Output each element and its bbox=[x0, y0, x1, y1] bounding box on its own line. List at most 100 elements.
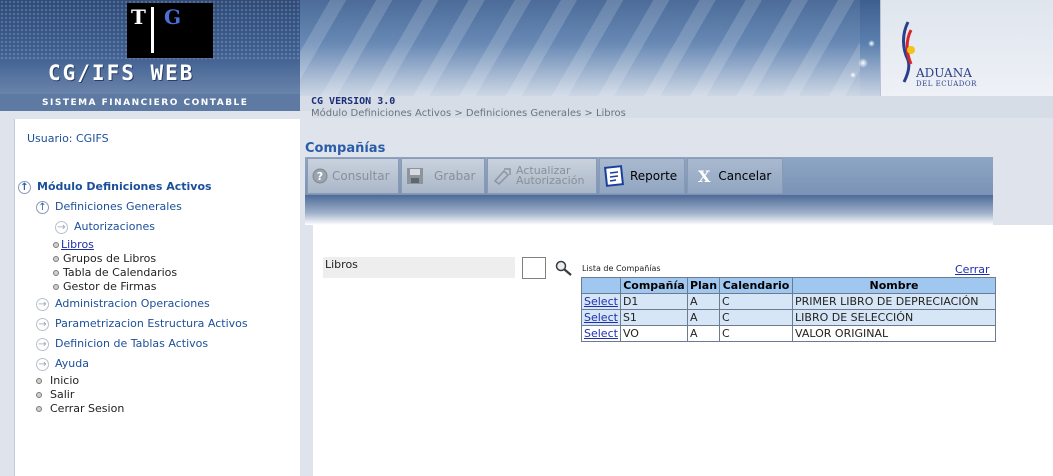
reporte-label: Reporte bbox=[630, 169, 678, 183]
table-header-row: Compañía Plan Calendario Nombre bbox=[581, 277, 997, 294]
org-name: ADUANA bbox=[916, 66, 972, 80]
sidebar-item-cerrar-sesion[interactable]: Cerrar Sesion bbox=[36, 402, 124, 415]
expand-arrow-icon: → bbox=[36, 297, 49, 311]
toolbar: ? Consultar Grabar Actualizar Autorizaci… bbox=[305, 157, 993, 195]
sidebar-module-header[interactable]: ↑ Módulo Definiciones Activos bbox=[18, 180, 212, 194]
sidebar-item-gestor-de-firmas[interactable]: Gestor de Firmas bbox=[53, 280, 156, 293]
consultar-button[interactable]: ? Consultar bbox=[307, 158, 399, 194]
collapse-arrow-icon: ↑ bbox=[36, 200, 49, 214]
expand-arrow-icon: → bbox=[36, 337, 49, 351]
sidebar-item-definiciones-generales[interactable]: ↑ Definiciones Generales bbox=[36, 200, 182, 214]
compania-cell: VO bbox=[619, 325, 688, 342]
select-cell: Select bbox=[581, 325, 621, 342]
sidebar-module-label: Módulo Definiciones Activos bbox=[37, 180, 212, 193]
column-header-calendario: Calendario bbox=[719, 277, 794, 294]
lookup-close-link[interactable]: Cerrar bbox=[955, 263, 990, 276]
consultar-label: Consultar bbox=[332, 169, 390, 183]
expand-arrow-icon: → bbox=[36, 317, 49, 331]
breadcrumb: Módulo Definiciones Activos > Definicion… bbox=[311, 108, 626, 118]
sidebar-item-label: Definicion de Tablas Activos bbox=[55, 337, 209, 350]
version-label: CG VERSION 3.0 bbox=[311, 96, 396, 107]
column-header-select bbox=[581, 277, 621, 294]
sidebar-item-label: Cerrar Sesion bbox=[50, 402, 125, 415]
libros-label: Libros bbox=[325, 258, 358, 271]
calendario-cell: C bbox=[719, 325, 794, 342]
column-header-plan: Plan bbox=[686, 277, 721, 294]
logo-bar bbox=[151, 7, 154, 53]
sidebar-item-label: Autorizaciones bbox=[74, 220, 155, 233]
sidebar-item-salir[interactable]: Salir bbox=[36, 388, 74, 401]
sidebar-item-label: Inicio bbox=[50, 374, 80, 387]
ecuador-emblem-icon bbox=[902, 21, 915, 83]
actualizar-autorizacion-button[interactable]: Actualizar Autorización bbox=[487, 158, 597, 194]
lookup-table: Compañía Plan Calendario Nombre Select D… bbox=[581, 277, 997, 342]
sidebar-item-label: Tabla de Calendarios bbox=[63, 266, 178, 279]
logo-letter-t: T bbox=[131, 5, 146, 29]
bullet-icon bbox=[53, 270, 59, 276]
sidebar-item-autorizaciones[interactable]: → Autorizaciones bbox=[55, 220, 155, 234]
user-label: Usuario: CGIFS bbox=[27, 132, 109, 145]
autorizacion-label: Autorización bbox=[516, 174, 585, 187]
plan-cell: A bbox=[686, 309, 721, 326]
compania-cell: D1 bbox=[619, 293, 688, 310]
bullet-icon bbox=[53, 256, 59, 262]
column-header-nombre: Nombre bbox=[792, 277, 997, 294]
table-row: Select VO A C VALOR ORIGINAL bbox=[581, 325, 997, 342]
grabar-button[interactable]: Grabar bbox=[401, 158, 485, 194]
sparkle-icon bbox=[858, 58, 868, 68]
nombre-cell: LIBRO DE SELECCIÓN bbox=[792, 309, 997, 326]
table-row: Select D1 A C PRIMER LIBRO DE DEPRECIACI… bbox=[581, 293, 997, 310]
table-row: Select S1 A C LIBRO DE SELECCIÓN bbox=[581, 309, 997, 326]
sidebar-item-inicio[interactable]: Inicio bbox=[36, 374, 79, 387]
select-cell: Select bbox=[581, 293, 621, 310]
column-header-compania: Compañía bbox=[619, 277, 688, 294]
sidebar-item-tabla-de-calendarios[interactable]: Tabla de Calendarios bbox=[53, 266, 177, 279]
sidebar-item-parametrizacion-estructura-activos[interactable]: → Parametrizacion Estructura Activos bbox=[36, 317, 248, 331]
cancelar-button[interactable]: X Cancelar bbox=[687, 158, 783, 194]
bullet-icon bbox=[53, 242, 59, 248]
expand-arrow-icon: → bbox=[36, 357, 49, 371]
sidebar-item-libros[interactable]: Libros bbox=[53, 238, 94, 251]
toolbar-shadow bbox=[305, 195, 993, 225]
save-icon bbox=[407, 168, 423, 184]
sidebar: Usuario: CGIFS ↑ Módulo Definiciones Acti… bbox=[0, 111, 312, 476]
select-link[interactable]: Select bbox=[584, 327, 618, 340]
sidebar-link-libros[interactable]: Libros bbox=[61, 238, 94, 251]
plan-cell: A bbox=[686, 293, 721, 310]
sidebar-item-label: Gestor de Firmas bbox=[63, 280, 157, 293]
nombre-cell: PRIMER LIBRO DE DEPRECIACIÓN bbox=[792, 293, 997, 310]
bullet-icon bbox=[36, 378, 42, 384]
sidebar-item-label: Definiciones Generales bbox=[55, 200, 182, 213]
nombre-cell: VALOR ORIGINAL bbox=[792, 325, 997, 342]
app-title: CG/IFS WEB bbox=[48, 61, 195, 85]
sparkle-icon bbox=[868, 40, 875, 47]
expand-arrow-icon: → bbox=[55, 220, 68, 234]
header-banner: T G CG/IFS WEB SISTEMA FINANCIERO CONTAB… bbox=[0, 0, 1053, 118]
app-subtitle: SISTEMA FINANCIERO CONTABLE bbox=[42, 98, 249, 108]
sidebar-item-definicion-de-tablas-activos[interactable]: → Definicion de Tablas Activos bbox=[36, 337, 208, 351]
plan-cell: A bbox=[686, 325, 721, 342]
sidebar-item-administracion-operaciones[interactable]: → Administracion Operaciones bbox=[36, 297, 210, 311]
collapse-arrow-icon: ↑ bbox=[18, 180, 31, 194]
sidebar-item-ayuda[interactable]: → Ayuda bbox=[36, 357, 89, 371]
libros-input[interactable] bbox=[522, 257, 546, 279]
calendario-cell: C bbox=[719, 309, 794, 326]
cancelar-label: Cancelar bbox=[718, 169, 772, 183]
sidebar-item-grupos-de-libros[interactable]: Grupos de Libros bbox=[53, 252, 156, 265]
close-icon: X bbox=[698, 166, 711, 186]
update-icon bbox=[493, 168, 511, 185]
svg-text:?: ? bbox=[317, 170, 323, 183]
sidebar-item-label: Administracion Operaciones bbox=[55, 297, 210, 310]
bullet-icon bbox=[36, 406, 42, 412]
logo-letter-g: G bbox=[164, 5, 182, 29]
magnifier-icon[interactable] bbox=[555, 260, 573, 276]
sidebar-item-label: Salir bbox=[50, 388, 75, 401]
compania-cell: S1 bbox=[619, 309, 688, 326]
select-link[interactable]: Select bbox=[584, 311, 618, 324]
sidebar-panel: Usuario: CGIFS ↑ Módulo Definiciones Acti… bbox=[14, 119, 300, 476]
org-subtitle: DEL ECUADOR bbox=[916, 80, 977, 88]
header-stripes bbox=[300, 0, 860, 96]
select-link[interactable]: Select bbox=[584, 295, 618, 308]
reporte-button[interactable]: Reporte bbox=[599, 158, 685, 194]
sidebar-item-label: Ayuda bbox=[55, 357, 89, 370]
